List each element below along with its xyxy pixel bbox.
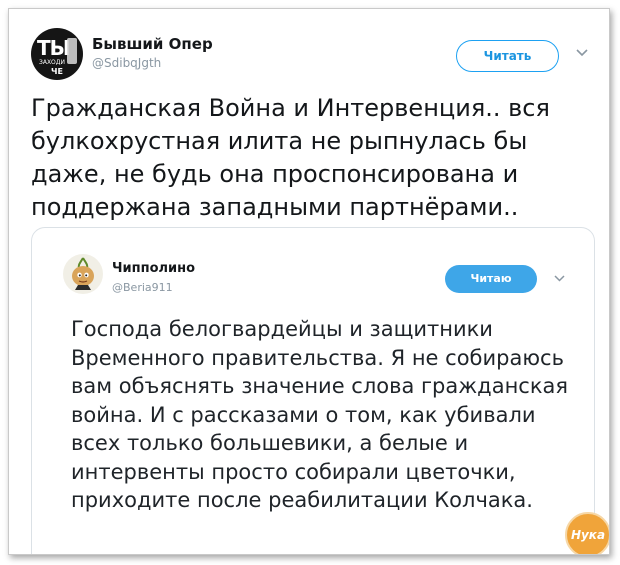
avatar-text: ТЫ [37, 36, 70, 60]
chevron-down-icon[interactable] [553, 273, 566, 284]
onion-character-icon [72, 257, 94, 290]
author-handle[interactable]: @SdibqJgth [92, 56, 161, 70]
follow-button[interactable]: Читать [456, 40, 559, 72]
quoted-author-name[interactable]: Чипполино [112, 261, 195, 276]
quoted-author-handle[interactable]: @Beria911 [112, 281, 173, 294]
author-name[interactable]: Бывший Опер [92, 35, 213, 53]
quoted-tweet[interactable]: Чипполино @Beria911 Читаю Господа белогв… [31, 227, 595, 554]
avatar-caption-bottom: ЧЕ [51, 67, 63, 76]
author-avatar[interactable]: ТЫ ЗАХОДИ ЧЕ [31, 28, 83, 80]
following-button[interactable]: Читаю [445, 265, 537, 293]
chevron-down-icon[interactable] [575, 47, 589, 59]
watermark-logo: Нука [565, 512, 609, 554]
tweet-text: Гражданская Война и Интервенция.. вся бу… [31, 94, 550, 221]
quoted-tweet-text: Господа белогвардейцы и защитники Времен… [71, 317, 569, 512]
avatar-caption: ЗАХОДИ [39, 59, 65, 66]
tweet-card: ТЫ ЗАХОДИ ЧЕ Бывший Опер @SdibqJgth Чита… [8, 8, 610, 555]
glass-icon [67, 38, 77, 64]
quoted-author-avatar[interactable] [63, 254, 103, 294]
